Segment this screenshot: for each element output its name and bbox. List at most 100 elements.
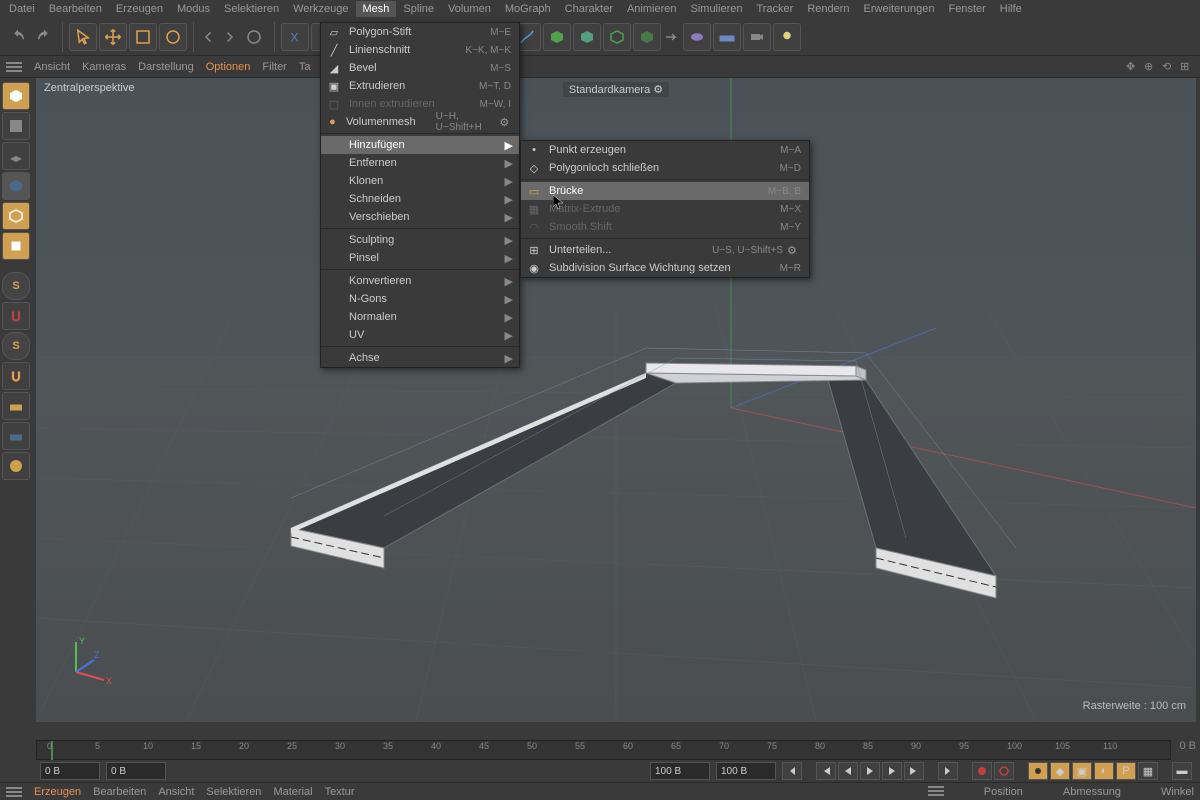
snap-toggle[interactable]: [2, 302, 30, 330]
menu-tracker[interactable]: Tracker: [749, 1, 800, 17]
snap-s2[interactable]: S: [2, 332, 30, 360]
sb-bearbeiten[interactable]: Bearbeiten: [93, 786, 146, 798]
key-settings-button[interactable]: [1028, 762, 1048, 780]
menu-linienschnitt[interactable]: ╱ Linienschnitt K~K, M~K: [321, 41, 519, 59]
gear-icon[interactable]: ⚙: [499, 116, 511, 129]
sb-erzeugen[interactable]: Erzeugen: [34, 786, 81, 798]
menu-volumen[interactable]: Volumen: [441, 1, 498, 17]
menu-entfernen[interactable]: Entfernen ▶: [321, 154, 519, 172]
generator[interactable]: [603, 23, 631, 51]
menu-schneiden[interactable]: Schneiden ▶: [321, 190, 519, 208]
menu-bearbeiten[interactable]: Bearbeiten: [42, 1, 109, 17]
gear-icon[interactable]: ⚙: [787, 244, 801, 257]
snap-s1[interactable]: S: [2, 272, 30, 300]
key-pla-button[interactable]: ▦: [1138, 762, 1158, 780]
history-prev[interactable]: [200, 23, 218, 51]
statusbar-menu-icon[interactable]: [6, 787, 22, 797]
menu-mesh[interactable]: Mesh: [356, 1, 397, 17]
play-button[interactable]: [860, 762, 880, 780]
menu-spline[interactable]: Spline: [396, 1, 441, 17]
field-tool[interactable]: [683, 23, 711, 51]
menu-charakter[interactable]: Charakter: [558, 1, 620, 17]
key-rot-button[interactable]: ◐: [1094, 762, 1114, 780]
submenu-sds-wichtung[interactable]: ◉ Subdivision Surface Wichtung setzen M~…: [521, 259, 809, 277]
history-next[interactable]: [220, 23, 238, 51]
step-back-button[interactable]: [838, 762, 858, 780]
camera-tool[interactable]: [743, 23, 771, 51]
menu-ngons[interactable]: N-Gons ▶: [321, 290, 519, 308]
workplane-locked[interactable]: [2, 422, 30, 450]
menu-uv[interactable]: UV ▶: [321, 326, 519, 344]
frame-current-input[interactable]: [106, 762, 166, 780]
menu-normalen[interactable]: Normalen ▶: [321, 308, 519, 326]
menu-erzeugen[interactable]: Erzeugen: [109, 1, 170, 17]
vh-ta[interactable]: Ta: [299, 61, 311, 73]
menu-pinsel[interactable]: Pinsel ▶: [321, 249, 519, 267]
vh-move-icon[interactable]: ✥: [1126, 60, 1140, 74]
submenu-punkt-erzeugen[interactable]: • Punkt erzeugen M~A: [521, 141, 809, 159]
workplane-grid[interactable]: [2, 392, 30, 420]
rotate-tool[interactable]: [159, 23, 187, 51]
sb-ansicht[interactable]: Ansicht: [158, 786, 194, 798]
snap-magnet[interactable]: [2, 362, 30, 390]
goto-end-button[interactable]: [938, 762, 958, 780]
submenu-polygonloch[interactable]: ◇ Polygonloch schließen M~D: [521, 159, 809, 177]
goto-prev-key-button[interactable]: [816, 762, 836, 780]
floor-tool[interactable]: [713, 23, 741, 51]
menu-rendern[interactable]: Rendern: [800, 1, 856, 17]
goto-start-button[interactable]: [782, 762, 802, 780]
lock-tool[interactable]: [240, 23, 268, 51]
menu-datei[interactable]: Datei: [2, 1, 42, 17]
x-axis-toggle[interactable]: X: [281, 23, 309, 51]
menu-hinzufuegen[interactable]: Hinzufügen ▶: [321, 136, 519, 154]
menu-hilfe[interactable]: Hilfe: [993, 1, 1029, 17]
menu-simulieren[interactable]: Simulieren: [684, 1, 750, 17]
vh-kameras[interactable]: Kameras: [82, 61, 126, 73]
menu-volumenmesh[interactable]: ● Volumenmesh U~H, U~Shift+H ⚙: [321, 113, 519, 131]
key-param-button[interactable]: P: [1116, 762, 1136, 780]
sb-material[interactable]: Material: [273, 786, 312, 798]
deformer[interactable]: [633, 23, 661, 51]
viewport-menu-icon[interactable]: [6, 62, 22, 72]
redo-button[interactable]: [32, 23, 56, 51]
key-scale-button[interactable]: ▣: [1072, 762, 1092, 780]
vh-zoom-icon[interactable]: ⊕: [1144, 60, 1158, 74]
vh-max-icon[interactable]: ⊞: [1180, 60, 1194, 74]
menu-klonen[interactable]: Klonen ▶: [321, 172, 519, 190]
vh-rotate-icon[interactable]: ⟲: [1162, 60, 1176, 74]
menu-sculpting[interactable]: Sculpting ▶: [321, 231, 519, 249]
model-mode[interactable]: [2, 82, 30, 110]
menu-konvertieren[interactable]: Konvertieren ▶: [321, 272, 519, 290]
submenu-smooth-shift[interactable]: ◠ Smooth Shift M~Y: [521, 218, 809, 236]
record-button[interactable]: [972, 762, 992, 780]
autokey-button[interactable]: [994, 762, 1014, 780]
menu-erweiterungen[interactable]: Erweiterungen: [857, 1, 942, 17]
menu-bevel[interactable]: ◢ Bevel M~S: [321, 59, 519, 77]
menu-achse[interactable]: Achse ▶: [321, 349, 519, 367]
menu-fenster[interactable]: Fenster: [941, 1, 992, 17]
timeline[interactable]: 0510152025303540455055606570758085909510…: [36, 740, 1196, 760]
vh-filter[interactable]: Filter: [262, 61, 286, 73]
submenu-matrix-extrude[interactable]: ▦ Matrix-Extrude M~X: [521, 200, 809, 218]
frame-end-input[interactable]: [650, 762, 710, 780]
scale-tool[interactable]: [129, 23, 157, 51]
key-pos-button[interactable]: ◆: [1050, 762, 1070, 780]
menu-werkzeuge[interactable]: Werkzeuge: [286, 1, 355, 17]
move-tool[interactable]: [99, 23, 127, 51]
primitive-cube[interactable]: [543, 23, 571, 51]
timeline-ruler[interactable]: 0510152025303540455055606570758085909510…: [36, 740, 1171, 760]
key-extra-button[interactable]: ▬: [1172, 762, 1192, 780]
soft-select[interactable]: [2, 452, 30, 480]
point-mode[interactable]: [2, 172, 30, 200]
menu-extrudieren[interactable]: ▣ Extrudieren M~T, D: [321, 77, 519, 95]
vh-ansicht[interactable]: Ansicht: [34, 61, 70, 73]
primitive-poly[interactable]: [573, 23, 601, 51]
frame-end2-input[interactable]: [716, 762, 776, 780]
menu-polygon-stift[interactable]: ▱ Polygon-Stift M~E: [321, 23, 519, 41]
arrow-tool[interactable]: [663, 23, 681, 51]
vh-darstellung[interactable]: Darstellung: [138, 61, 194, 73]
sb-selektieren[interactable]: Selektieren: [206, 786, 261, 798]
edge-mode[interactable]: [2, 202, 30, 230]
submenu-unterteilen[interactable]: ⊞ Unterteilen... U~S, U~Shift+S ⚙: [521, 241, 809, 259]
sb-textur[interactable]: Textur: [325, 786, 355, 798]
